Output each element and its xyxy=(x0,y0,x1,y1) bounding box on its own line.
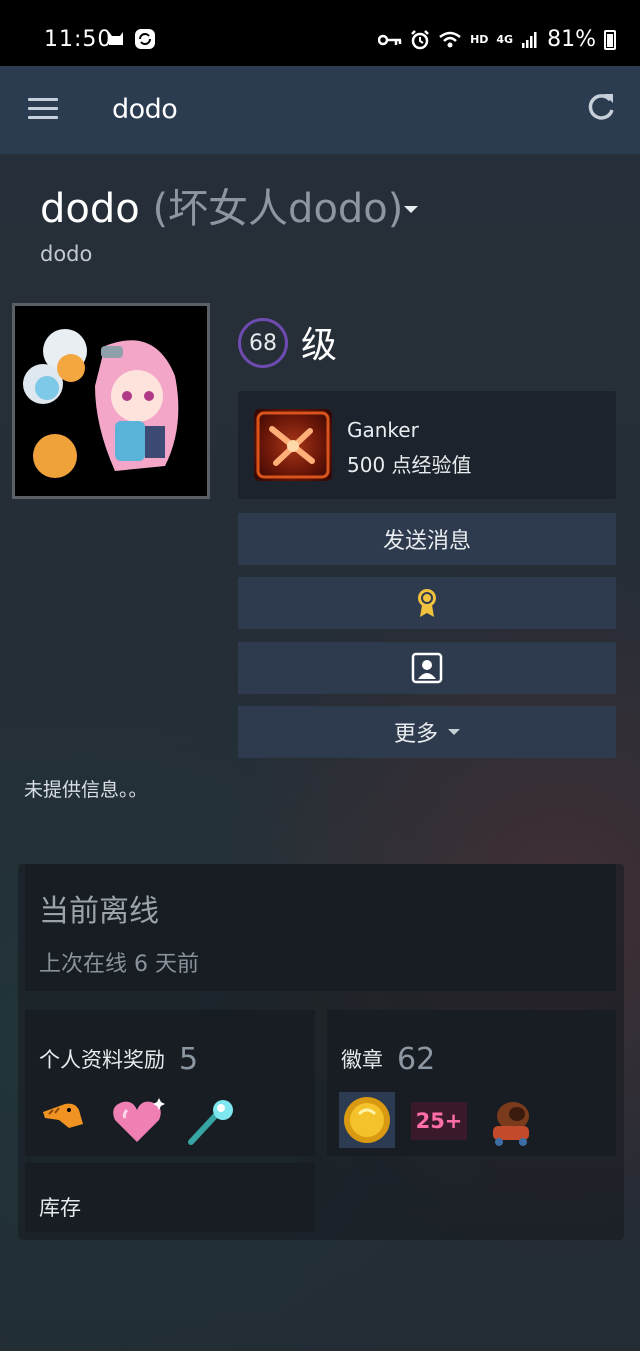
4g-signal-icon: 4G xyxy=(496,33,514,46)
profile-summary: 未提供信息。。 xyxy=(24,779,148,801)
menu-icon[interactable] xyxy=(28,98,58,120)
featured-badge-xp: 500 点经验值 xyxy=(347,453,472,477)
battery-icon xyxy=(604,29,616,50)
profile-real-name: dodo xyxy=(40,242,93,266)
sparkle-heart-icon xyxy=(113,1098,165,1142)
badges-card[interactable]: 徽章 62 25+ xyxy=(327,1010,616,1156)
comet-icon xyxy=(188,1100,233,1145)
award-button[interactable] xyxy=(238,577,616,629)
inventory-card[interactable]: 库存 xyxy=(25,1163,315,1232)
hd-icon: HD xyxy=(470,33,489,46)
more-button[interactable]: 更多 xyxy=(238,706,616,758)
cannon-badge-icon xyxy=(493,1102,529,1146)
profile-name[interactable]: dodo (坏女人dodo) xyxy=(40,176,403,234)
dinosaur-sticker-icon xyxy=(43,1103,83,1128)
chevron-down-icon xyxy=(448,729,460,735)
clock: 11:50 xyxy=(44,27,113,52)
persona-alias: (坏女人dodo) xyxy=(152,186,404,232)
featured-badge-name: Ganker xyxy=(347,418,419,442)
view-profile-button[interactable] xyxy=(238,642,616,694)
alarm-icon xyxy=(411,29,429,49)
sync-icon xyxy=(135,29,155,49)
send-message-label: 发送消息 xyxy=(382,529,471,554)
rewards-count: 5 xyxy=(179,1042,199,1077)
avatar[interactable] xyxy=(12,303,210,499)
inventory-label: 库存 xyxy=(39,1196,81,1220)
persona-name: dodo xyxy=(40,186,140,232)
gold-coin-badge-icon xyxy=(339,1092,395,1148)
avatar-image xyxy=(15,306,207,496)
award-ribbon-icon xyxy=(418,589,436,617)
cat-icon xyxy=(109,32,123,45)
name-dropdown-caret-icon[interactable] xyxy=(404,206,418,213)
status-title: 当前离线 xyxy=(39,894,159,929)
app-bar: dodo xyxy=(0,66,640,154)
wifi-icon xyxy=(439,31,461,47)
battery-percent: 81% xyxy=(547,27,596,52)
app-bar-title: dodo xyxy=(112,94,178,125)
profile-rewards-card[interactable]: 个人资料奖励 5 xyxy=(25,1010,315,1156)
signal-bars-icon xyxy=(522,31,537,48)
featured-badge-card[interactable]: Ganker 500 点经验值 xyxy=(238,391,616,499)
more-label: 更多 xyxy=(393,722,438,747)
profile-card-icon xyxy=(411,652,443,684)
years-badge-label: 25+ xyxy=(415,1109,463,1133)
level-label: 级 xyxy=(301,325,338,366)
ganker-badge-icon xyxy=(254,409,332,481)
badges-count: 62 xyxy=(397,1042,436,1077)
level-badge[interactable]: 68 xyxy=(238,318,288,368)
last-online-text: 上次在线 6 天前 xyxy=(39,952,199,977)
key-icon xyxy=(378,34,402,45)
rewards-label: 个人资料奖励 xyxy=(39,1048,165,1072)
badges-label: 徽章 xyxy=(341,1048,383,1072)
system-status-bar: 11:50 HD 4G 81% xyxy=(0,0,640,66)
online-status-card: 当前离线 上次在线 6 天前 xyxy=(25,864,616,991)
refresh-icon[interactable] xyxy=(584,90,618,124)
years-25-plus-badge-icon: 25+ xyxy=(411,1102,467,1140)
send-message-button[interactable]: 发送消息 xyxy=(238,513,616,565)
